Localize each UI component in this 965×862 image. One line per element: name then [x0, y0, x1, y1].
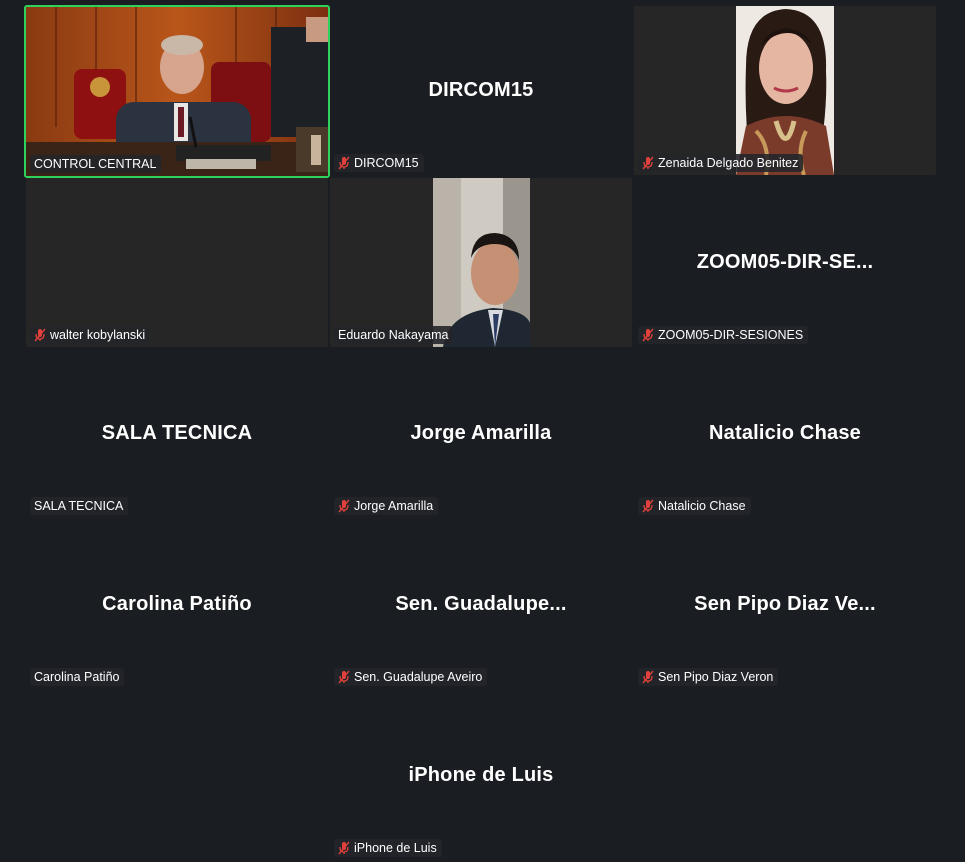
participant-tile-guadalupe-aveiro[interactable]: Sen. Guadalupe... Sen. Guadalupe Aveiro [330, 520, 632, 689]
participant-name-label: Eduardo Nakayama [334, 326, 454, 344]
mic-off-icon [642, 499, 654, 513]
mic-off-icon [338, 156, 350, 170]
participant-name: SALA TECNICA [34, 499, 124, 513]
participant-tile-walter-kobylanski[interactable]: walter kobylanski [26, 178, 328, 347]
mic-off-icon [338, 670, 350, 684]
participant-display-name: iPhone de Luis [408, 764, 554, 786]
participant-name: Sen. Guadalupe Aveiro [354, 670, 483, 684]
participant-name-label: ZOOM05-DIR-SESIONES [638, 326, 809, 344]
participant-tile-eduardo-nakayama[interactable]: Eduardo Nakayama [330, 178, 632, 347]
participant-name: CONTROL CENTRAL [34, 157, 157, 171]
video-feed-image [736, 6, 834, 175]
participant-name-label: Zenaida Delgado Benitez [638, 154, 804, 172]
mic-off-icon [642, 156, 654, 170]
mic-off-icon [34, 328, 46, 342]
mic-off-icon [642, 670, 654, 684]
participant-display-name: Sen Pipo Diaz Ve... [694, 593, 876, 615]
video-feed [433, 178, 530, 347]
participant-display-name: Sen. Guadalupe... [395, 593, 567, 615]
participant-name: iPhone de Luis [354, 841, 437, 855]
participant-tile-dircom15[interactable]: DIRCOM15 DIRCOM15 [330, 6, 632, 175]
participant-name-label: Jorge Amarilla [334, 497, 439, 515]
video-feed [736, 6, 834, 175]
participant-name-label: DIRCOM15 [334, 154, 424, 172]
participant-name-label: CONTROL CENTRAL [30, 155, 162, 173]
participant-name-label: Sen. Guadalupe Aveiro [334, 668, 488, 686]
mic-off-icon [642, 328, 654, 342]
video-feed-image [433, 178, 530, 347]
gallery-view: CONTROL CENTRAL DIRCOM15 DIRCOM15 Zenaid… [0, 0, 965, 862]
participant-name: Natalicio Chase [658, 499, 746, 513]
participant-tile-carolina-patino[interactable]: Carolina Patiño Carolina Patiño [26, 520, 328, 689]
participant-name: ZOOM05-DIR-SESIONES [658, 328, 804, 342]
participant-display-name: ZOOM05-DIR-SE... [696, 251, 874, 273]
mic-off-icon [338, 499, 350, 513]
participant-tile-jorge-amarilla[interactable]: Jorge Amarilla Jorge Amarilla [330, 349, 632, 518]
video-feed-image [26, 7, 328, 176]
participant-name: Zenaida Delgado Benitez [658, 156, 799, 170]
participant-display-name: Natalicio Chase [709, 422, 861, 444]
participant-name-label: Sen Pipo Diaz Veron [638, 668, 779, 686]
participant-name-label: Carolina Patiño [30, 668, 125, 686]
participant-display-name: Jorge Amarilla [410, 422, 552, 444]
participant-name: DIRCOM15 [354, 156, 419, 170]
participant-name: Jorge Amarilla [354, 499, 434, 513]
participant-tile-natalicio-chase[interactable]: Natalicio Chase Natalicio Chase [634, 349, 936, 518]
participant-display-name: Carolina Patiño [102, 593, 252, 615]
participant-name: Carolina Patiño [34, 670, 120, 684]
participant-name-label: Natalicio Chase [638, 497, 751, 515]
participant-name: Sen Pipo Diaz Veron [658, 670, 774, 684]
participant-name-label: SALA TECNICA [30, 497, 129, 515]
participant-name: Eduardo Nakayama [338, 328, 449, 342]
participant-tile-iphone-de-luis[interactable]: iPhone de Luis iPhone de Luis [330, 691, 632, 860]
participant-name-label: walter kobylanski [30, 326, 151, 344]
video-feed [26, 7, 328, 176]
participant-name-label: iPhone de Luis [334, 839, 442, 857]
participant-tile-zenaida-delgado-benitez[interactable]: Zenaida Delgado Benitez [634, 6, 936, 175]
participant-tile-control-central[interactable]: CONTROL CENTRAL [24, 5, 330, 178]
participant-name: walter kobylanski [50, 328, 146, 342]
mic-off-icon [338, 841, 350, 855]
participant-display-name: SALA TECNICA [101, 422, 253, 444]
participant-tile-zoom05-dir-sesiones[interactable]: ZOOM05-DIR-SE... ZOOM05-DIR-SESIONES [634, 178, 936, 347]
participant-tile-pipo-diaz-veron[interactable]: Sen Pipo Diaz Ve... Sen Pipo Diaz Veron [634, 520, 936, 689]
participant-display-name: DIRCOM15 [428, 79, 534, 101]
participant-tile-sala-tecnica[interactable]: SALA TECNICA SALA TECNICA [26, 349, 328, 518]
